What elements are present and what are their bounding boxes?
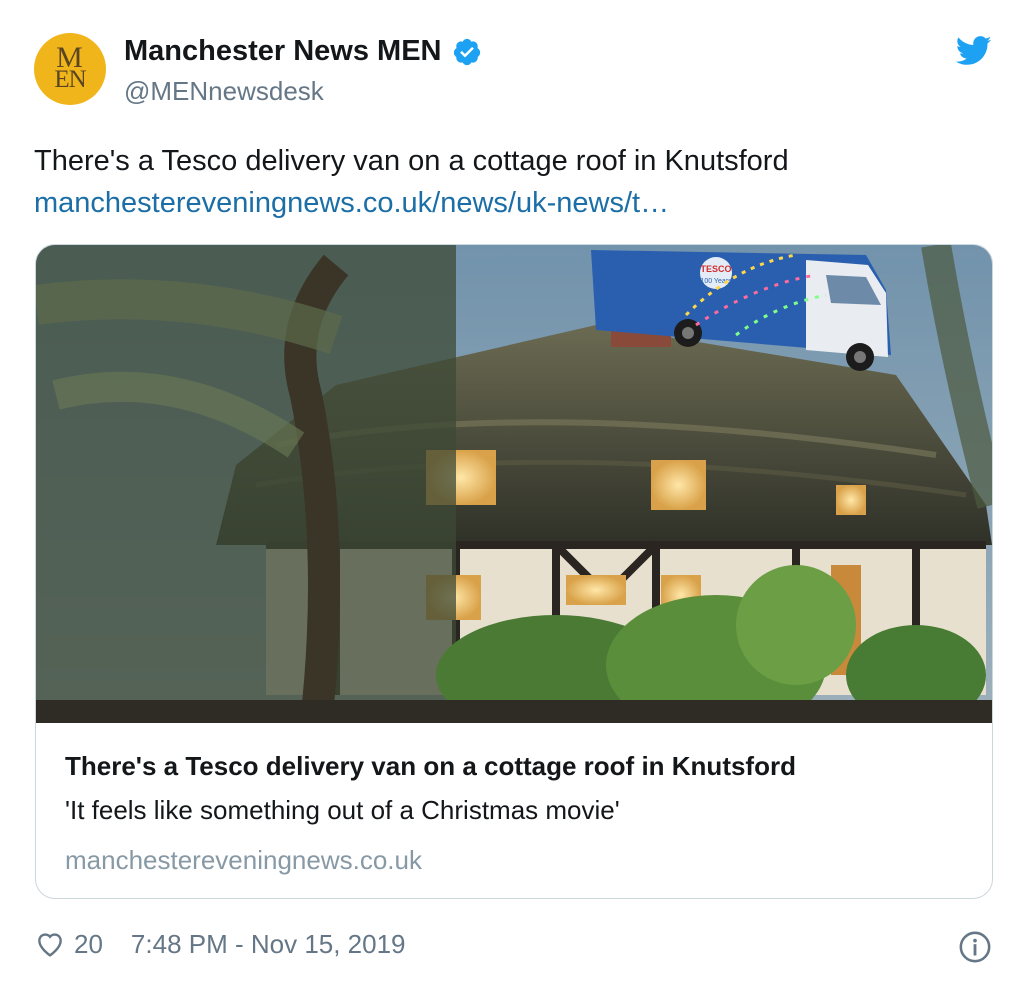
heart-icon[interactable] (34, 928, 66, 960)
info-icon[interactable] (958, 930, 992, 964)
card-title[interactable]: There's a Tesco delivery van on a cottag… (65, 751, 796, 782)
twitter-bird-icon[interactable] (956, 36, 992, 66)
author-name-row[interactable]: Manchester News MEN (124, 35, 482, 68)
van-brand: TESCO (700, 264, 731, 274)
tweet-text: There's a Tesco delivery van on a cottag… (34, 145, 789, 177)
tweet-link[interactable]: manchestereveningnews.co.uk/news/uk-news… (34, 182, 984, 224)
card-domain[interactable]: manchestereveningnews.co.uk (65, 845, 422, 876)
men-logo: M EN (54, 43, 86, 93)
display-name[interactable]: Manchester News MEN (124, 35, 442, 68)
verified-badge-icon (453, 38, 480, 65)
card-image[interactable]: TESCO 100 Years (36, 245, 992, 723)
tweet-footer: 20 7:48 PM - Nov 15, 2019 (34, 928, 406, 960)
avatar[interactable]: M EN (34, 33, 106, 105)
avatar-line2: EN (54, 66, 86, 93)
card-description: 'It feels like something out of a Christ… (65, 795, 620, 825)
link-preview-card[interactable]: TESCO 100 Years There's a Tesco delivery… (35, 244, 993, 899)
timestamp[interactable]: 7:48 PM - Nov 15, 2019 (131, 929, 406, 960)
handle[interactable]: @MENnewsdesk (124, 76, 324, 107)
tweet-text-block: There's a Tesco delivery van on a cottag… (34, 140, 984, 224)
like-count[interactable]: 20 (74, 929, 103, 960)
